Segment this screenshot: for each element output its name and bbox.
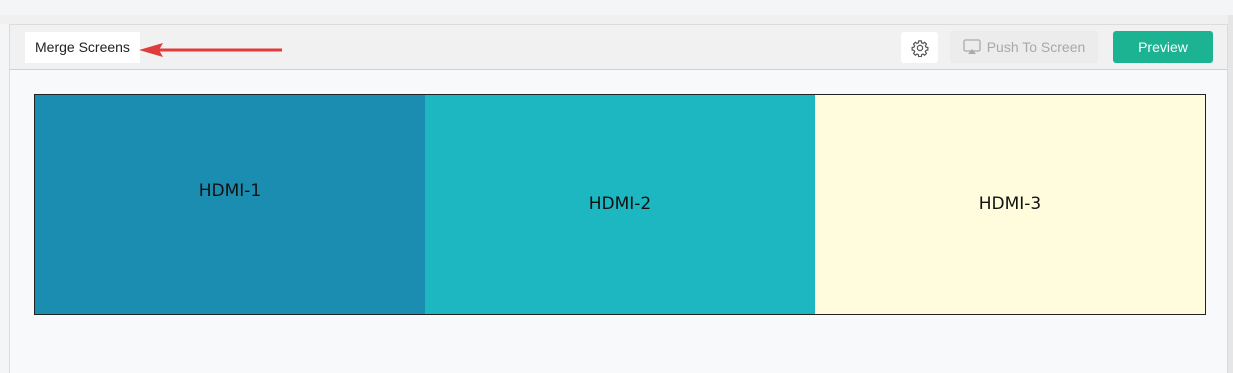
gear-icon xyxy=(911,39,928,57)
screen-hdmi-3[interactable]: HDMI-3 xyxy=(815,95,1205,314)
push-to-screen-label: Push To Screen xyxy=(986,39,1086,55)
page-top-strip xyxy=(0,0,1233,15)
screen-hdmi-2[interactable]: HDMI-2 xyxy=(425,95,815,314)
panel-top-gutter xyxy=(0,15,1233,24)
merged-screens-canvas: HDMI-1 HDMI-2 HDMI-3 xyxy=(34,94,1206,315)
push-to-screen-button[interactable]: Push To Screen xyxy=(950,31,1098,63)
screen-hdmi-1[interactable]: HDMI-1 xyxy=(35,95,425,314)
preview-button[interactable]: Preview xyxy=(1113,31,1213,63)
settings-button[interactable] xyxy=(901,32,938,63)
panel-right-gutter xyxy=(1228,15,1233,373)
cast-screen-icon xyxy=(963,39,981,54)
annotation-arrow xyxy=(139,43,282,57)
screen-label: HDMI-2 xyxy=(588,194,652,214)
screen-label: HDMI-1 xyxy=(198,181,262,201)
merge-screens-label: Merge Screens xyxy=(25,32,140,63)
screen-label: HDMI-3 xyxy=(978,194,1042,214)
